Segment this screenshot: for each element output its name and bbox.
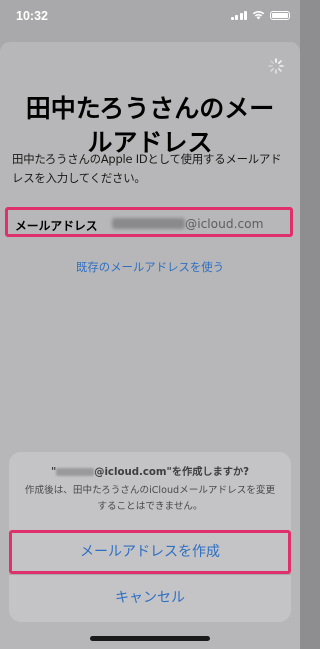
email-label: メールアドレス bbox=[15, 219, 98, 233]
email-domain: @icloud.com bbox=[185, 217, 264, 231]
home-indicator[interactable] bbox=[90, 636, 210, 641]
status-icons bbox=[230, 10, 290, 20]
email-field[interactable]: メールアドレス @icloud.com bbox=[5, 207, 293, 237]
use-existing-email-link[interactable]: 既存のメールアドレスを使う bbox=[0, 259, 300, 275]
signal-icon bbox=[230, 10, 247, 20]
email-username-redacted bbox=[112, 218, 185, 229]
loading-spinner-icon bbox=[268, 58, 284, 74]
alert-title-redacted bbox=[56, 468, 95, 476]
alert-title: " @icloud.com"を作成しますか? bbox=[9, 463, 291, 478]
battery-icon bbox=[270, 10, 290, 20]
status-time: 10:32 bbox=[16, 9, 48, 23]
cancel-label: キャンセル bbox=[115, 590, 185, 606]
create-email-label: メールアドレスを作成 bbox=[80, 544, 220, 560]
alert-message: 作成後は、田中たろうさんのiCloudメールアドレスを変更することはできません。 bbox=[24, 485, 276, 512]
alert-title-suffix: @icloud.com"を作成しますか? bbox=[94, 467, 250, 478]
status-bar: 10:32 bbox=[0, 0, 300, 32]
create-email-button[interactable]: メールアドレスを作成 bbox=[9, 530, 291, 574]
cancel-button[interactable]: キャンセル bbox=[9, 574, 291, 622]
screen: 10:32 田中たろうさんのメールアドレス 田中たろうさんのApple IDとし… bbox=[0, 0, 300, 649]
wifi-icon bbox=[252, 10, 265, 20]
page-description: 田中たろうさんのApple IDとして使用するメールアドレスを入力してください。 bbox=[12, 152, 282, 185]
